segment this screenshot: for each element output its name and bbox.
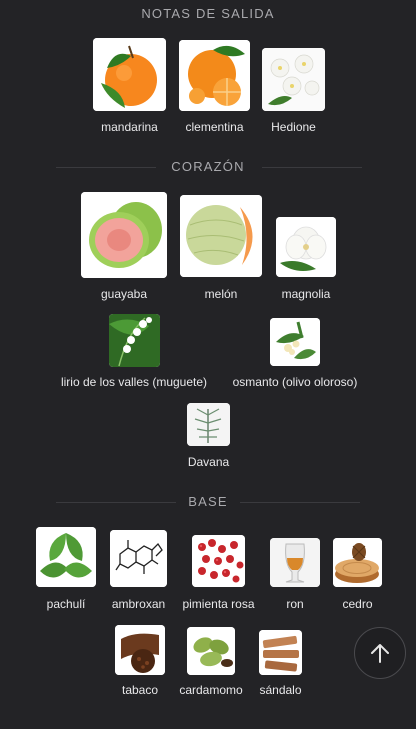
- ambroxan-image[interactable]: [110, 530, 167, 587]
- sandalo-image[interactable]: [259, 630, 302, 675]
- pimienta-image[interactable]: [192, 535, 245, 587]
- section-title-base-notes: BASE: [0, 494, 416, 509]
- cedro-label: cedro: [342, 597, 373, 611]
- pachuli-image[interactable]: [36, 527, 96, 587]
- melon-label: melón: [204, 287, 238, 301]
- osmanto-image[interactable]: [270, 318, 320, 366]
- lirio-label: lirio de los valles (muguete): [60, 375, 208, 389]
- mandarina-image[interactable]: [93, 38, 166, 111]
- magnolia-image[interactable]: [276, 217, 336, 277]
- cardamomo-image[interactable]: [187, 627, 235, 675]
- lirio-image[interactable]: [109, 314, 160, 367]
- ambroxan-label: ambroxan: [111, 597, 166, 611]
- clementina-label: clementina: [185, 120, 244, 134]
- pachuli-label: pachulí: [46, 597, 86, 611]
- melon-image[interactable]: [180, 195, 262, 277]
- sandalo-label: sándalo: [259, 683, 302, 697]
- section-title-top-notes: NOTAS DE SALIDA: [141, 6, 275, 21]
- davana-image[interactable]: [187, 403, 230, 446]
- pimienta-label: pimienta rosa: [182, 597, 255, 611]
- hedione-image[interactable]: [262, 48, 325, 111]
- section-title-heart-notes: CORAZÓN: [0, 159, 416, 174]
- arrow-up-icon: [371, 644, 389, 663]
- tabaco-image[interactable]: [115, 625, 165, 675]
- ron-image[interactable]: [270, 538, 320, 587]
- guayaba-label: guayaba: [100, 287, 148, 301]
- guayaba-image[interactable]: [81, 192, 167, 278]
- cardamomo-label: cardamomo: [179, 683, 243, 697]
- mandarina-label: mandarina: [101, 120, 158, 134]
- magnolia-label: magnolia: [281, 287, 331, 301]
- tabaco-label: tabaco: [121, 683, 159, 697]
- davana-label: Davana: [187, 455, 230, 469]
- cedro-image[interactable]: [333, 538, 382, 587]
- clementina-image[interactable]: [179, 40, 250, 111]
- hedione-label: Hedione: [271, 120, 316, 134]
- osmanto-label: osmanto (olivo oloroso): [232, 375, 358, 389]
- scroll-to-top-button[interactable]: [354, 627, 406, 679]
